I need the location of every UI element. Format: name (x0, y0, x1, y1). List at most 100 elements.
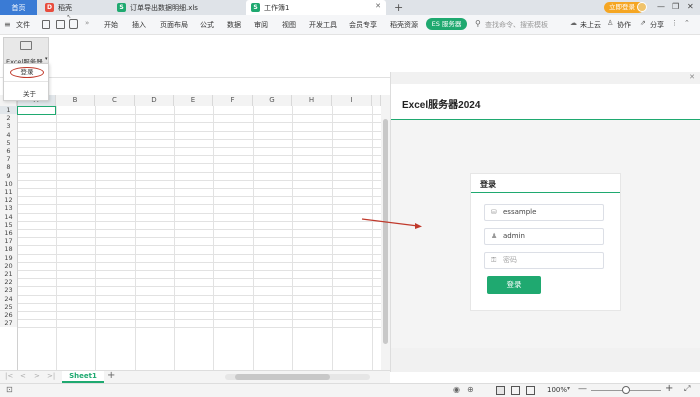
share-button[interactable]: 分享 (650, 20, 664, 30)
more-icon[interactable]: » (85, 19, 89, 27)
zoom-in-button[interactable]: + (665, 383, 673, 394)
search-icon[interactable]: ⚲ (475, 19, 481, 28)
menu-data[interactable]: 数据 (227, 20, 241, 30)
row-header[interactable]: 9 (0, 171, 17, 180)
tab-home[interactable]: 首页 (0, 0, 37, 15)
last-sheet-icon[interactable]: >| (47, 372, 55, 380)
server-input[interactable]: ⛁ essample (484, 204, 604, 221)
col-header-E[interactable]: E (174, 95, 213, 106)
chevron-down-icon[interactable]: ▾ (567, 385, 570, 392)
first-sheet-icon[interactable]: |< (5, 372, 13, 380)
username-input[interactable]: ♟ admin (484, 228, 604, 245)
col-header-G[interactable]: G (253, 95, 292, 106)
menu-review[interactable]: 审阅 (254, 20, 268, 30)
password-input[interactable]: ⚿ 密码 (484, 252, 604, 269)
row-header[interactable]: 23 (0, 286, 17, 295)
sheet-tab-sheet1[interactable]: Sheet1 (62, 371, 104, 383)
minimize-icon[interactable]: — (657, 2, 665, 11)
page-layout-view-icon[interactable] (511, 386, 520, 395)
save-icon[interactable] (56, 20, 65, 29)
login-submit-button[interactable]: 登录 (487, 276, 541, 294)
cloud-status[interactable]: 未上云 (580, 20, 601, 30)
row-header[interactable]: 4 (0, 130, 17, 139)
next-sheet-icon[interactable]: > (34, 372, 40, 380)
vertical-scroll-thumb[interactable] (383, 119, 388, 344)
vertical-scrollbar[interactable] (381, 95, 390, 370)
open-icon[interactable] (42, 20, 50, 29)
col-header-B[interactable]: B (56, 95, 95, 106)
eye-protect-icon[interactable]: ◉ (453, 385, 460, 394)
row-header[interactable]: 2 (0, 114, 17, 123)
row-header[interactable]: 3 (0, 122, 17, 131)
row-header[interactable]: 8 (0, 163, 17, 172)
close-tab-icon[interactable]: ✕ (375, 2, 381, 10)
col-header-I[interactable]: I (332, 95, 372, 106)
close-panel-icon[interactable]: ✕ (689, 73, 695, 81)
row-header[interactable]: 14 (0, 212, 17, 221)
row-header[interactable]: 5 (0, 138, 17, 147)
normal-view-icon[interactable] (496, 386, 505, 395)
command-search-input[interactable]: 查找命令、搜索模板 (485, 20, 548, 30)
menu-member[interactable]: 会员专享 (349, 20, 377, 30)
row-header[interactable]: 1 (0, 106, 17, 115)
horizontal-scrollbar[interactable] (225, 374, 370, 380)
restore-icon[interactable]: ❐ (672, 2, 679, 11)
dropdown-about-item[interactable]: 关于 (23, 88, 36, 98)
menu-view[interactable]: 视图 (282, 20, 296, 30)
prev-sheet-icon[interactable]: < (20, 372, 26, 380)
row-header[interactable]: 11 (0, 188, 17, 197)
horizontal-scroll-thumb[interactable] (235, 374, 330, 380)
hamburger-icon[interactable]: ≡ (4, 20, 11, 29)
new-tab-button[interactable]: + (389, 0, 403, 15)
menu-insert[interactable]: 插入 (132, 20, 146, 30)
row-header[interactable]: 18 (0, 245, 17, 254)
row-header[interactable]: 19 (0, 253, 17, 262)
col-header-D[interactable]: D (135, 95, 174, 106)
row-header[interactable]: 6 (0, 147, 17, 156)
row-header[interactable]: 24 (0, 294, 17, 303)
row-header[interactable]: 20 (0, 261, 17, 270)
add-sheet-button[interactable]: + (107, 370, 115, 381)
row-header[interactable]: 22 (0, 278, 17, 287)
input-mode-icon[interactable]: ⊕ (467, 385, 474, 394)
close-window-icon[interactable]: ✕ (687, 2, 694, 11)
row-header[interactable]: 16 (0, 229, 17, 238)
row-header[interactable]: 12 (0, 196, 17, 205)
menu-dev-tools[interactable]: 开发工具 (309, 20, 337, 30)
menu-file[interactable]: 文件 (16, 20, 30, 30)
menu-formula[interactable]: 公式 (200, 20, 214, 30)
row-header[interactable]: 27 (0, 319, 17, 328)
active-cell[interactable] (17, 106, 56, 115)
print-icon[interactable] (69, 19, 78, 29)
collab-button[interactable]: 协作 (617, 20, 631, 30)
zoom-level[interactable]: 100% (547, 386, 567, 394)
menu-start[interactable]: 开始 (104, 20, 118, 30)
menu-daoke-resources[interactable]: 稻壳资源 (390, 20, 418, 30)
row-header[interactable]: 21 (0, 270, 17, 279)
row-header[interactable]: 17 (0, 237, 17, 246)
tab-workbook1[interactable]: S 工作簿1 ✕ (246, 0, 386, 15)
zoom-slider-thumb[interactable] (622, 386, 630, 394)
avatar[interactable] (637, 2, 647, 12)
col-header-F[interactable]: F (213, 95, 253, 106)
tab-daoke[interactable]: D 稻壳 (40, 0, 110, 15)
dropdown-login-item[interactable]: 登录 (10, 67, 44, 78)
macro-icon[interactable]: ⊡ (6, 385, 13, 394)
es-server-tab[interactable]: ES 服务器 (426, 18, 467, 30)
menu-page-layout[interactable]: 页面布局 (160, 20, 188, 30)
col-header-C[interactable]: C (95, 95, 135, 106)
row-header[interactable]: 15 (0, 220, 17, 229)
zoom-out-button[interactable]: — (578, 384, 587, 394)
row-header[interactable]: 7 (0, 155, 17, 164)
row-header[interactable]: 10 (0, 179, 17, 188)
col-header-H[interactable]: H (292, 95, 332, 106)
row-header[interactable]: 26 (0, 311, 17, 320)
tab-workbook1-label: 工作簿1 (264, 3, 290, 12)
row-header[interactable]: 13 (0, 204, 17, 213)
collapse-ribbon-icon[interactable]: ⌃ (684, 19, 690, 27)
page-break-view-icon[interactable] (526, 386, 535, 395)
fullscreen-icon[interactable]: ⤢ (684, 384, 690, 394)
row-header[interactable]: 25 (0, 302, 17, 311)
tab-file-orders[interactable]: S 订单导出数据明细.xls (112, 0, 242, 15)
more-options-icon[interactable]: ⋮ (671, 19, 678, 27)
